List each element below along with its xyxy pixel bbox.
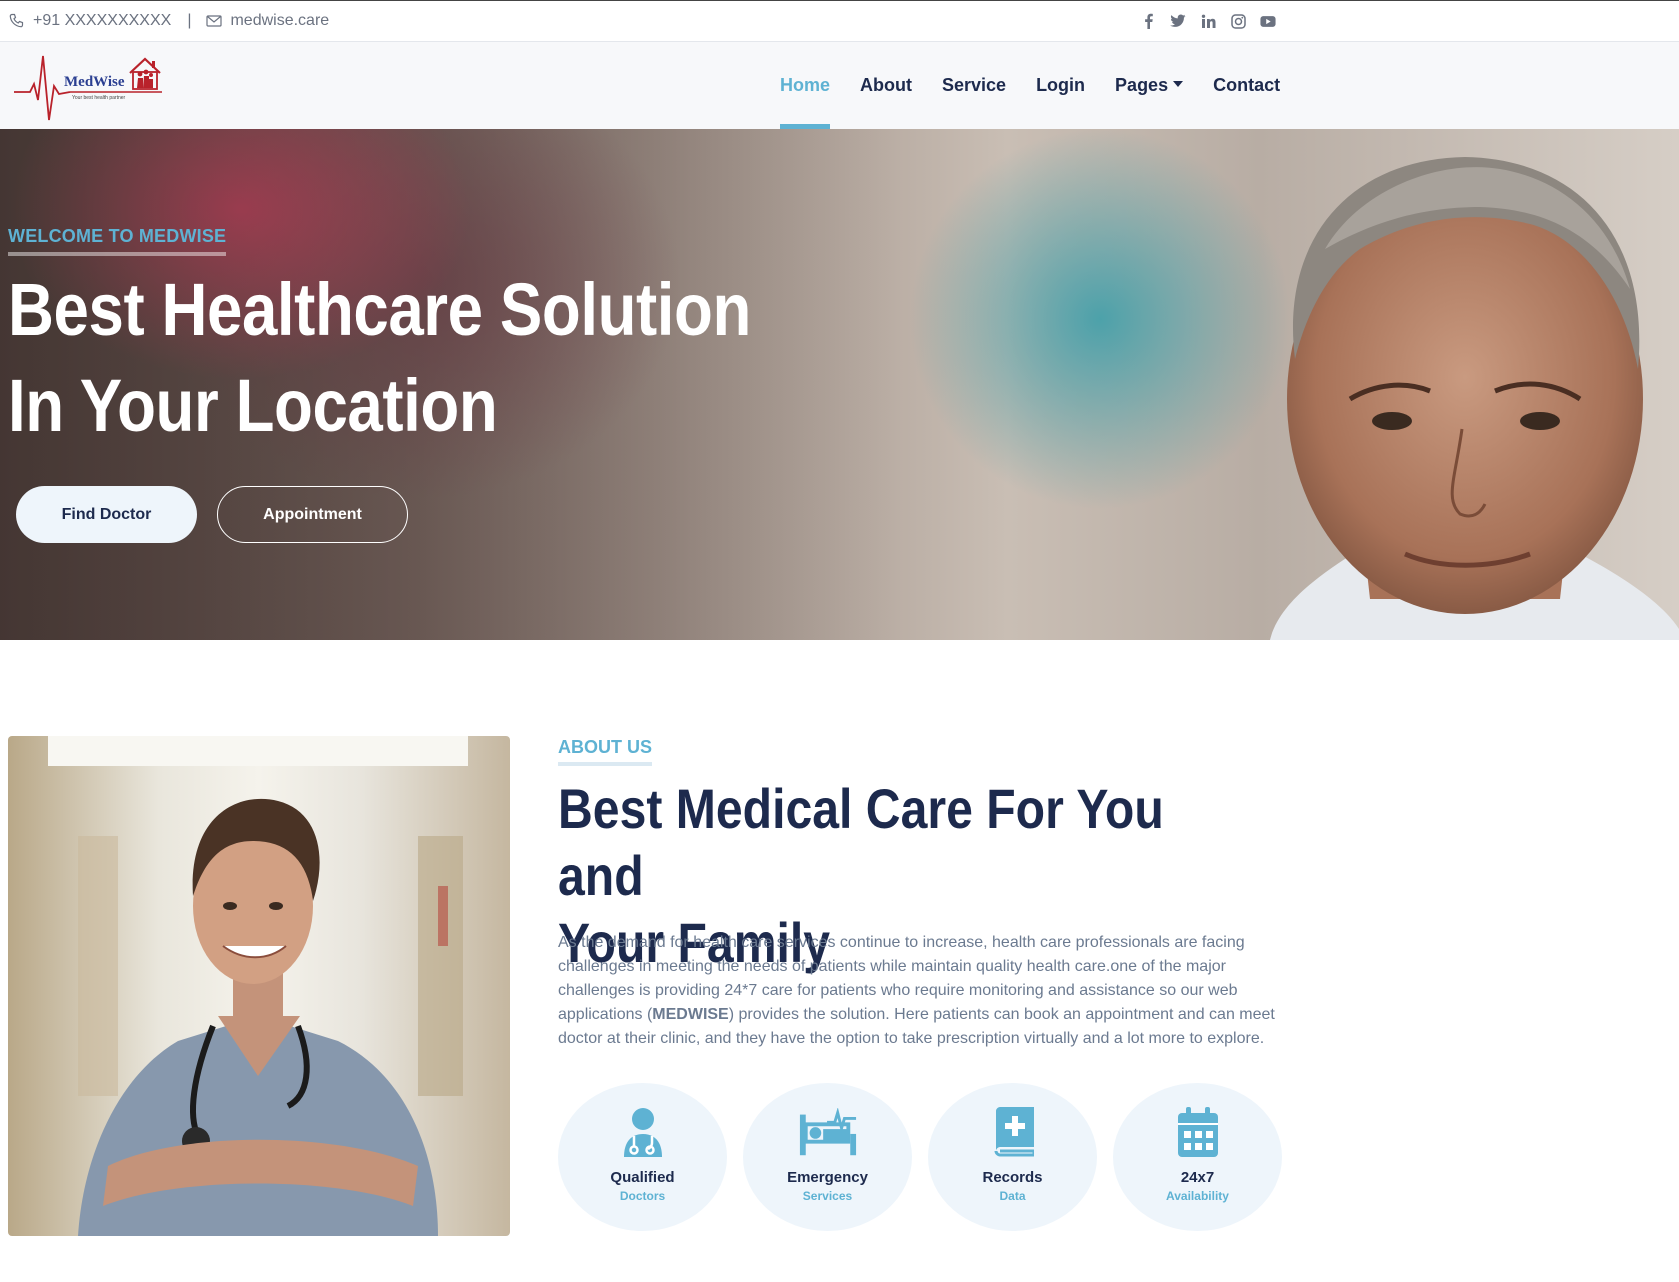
caret-down-icon bbox=[1173, 80, 1184, 87]
appointment-button[interactable]: Appointment bbox=[217, 486, 408, 543]
nav-service[interactable]: Service bbox=[927, 42, 1021, 129]
linkedin-icon[interactable] bbox=[1200, 12, 1216, 30]
twitter-icon[interactable] bbox=[1170, 12, 1186, 30]
feature-list: Qualified Doctors Emergency Services Rec… bbox=[558, 1083, 1282, 1231]
about-kicker: ABOUT US bbox=[558, 737, 652, 766]
hero-kicker: WELCOME TO MEDWISE bbox=[8, 226, 227, 256]
contact-info: +91 XXXXXXXXXX | medwise.care bbox=[8, 10, 329, 32]
feature-emergency-services: Emergency Services bbox=[743, 1083, 912, 1231]
social-links bbox=[1140, 10, 1276, 32]
feature-qualified-doctors: Qualified Doctors bbox=[558, 1083, 727, 1231]
hospital-bed-icon bbox=[798, 1105, 858, 1159]
feature-subtitle: Services bbox=[802, 1189, 853, 1203]
feature-availability: 24x7 Availability bbox=[1113, 1083, 1282, 1231]
nav-contact[interactable]: Contact bbox=[1198, 42, 1295, 129]
medical-book-icon bbox=[983, 1105, 1043, 1159]
about-description: As the demand for health care services c… bbox=[558, 931, 1278, 1051]
nav-login[interactable]: Login bbox=[1021, 42, 1100, 129]
doctor-photo bbox=[8, 736, 510, 1236]
svg-text:MedWise: MedWise bbox=[64, 74, 125, 90]
hero-title-line-2: In Your Location bbox=[8, 364, 498, 447]
main-nav: Home About Service Login Pages Contact bbox=[765, 42, 1295, 129]
contact-separator: | bbox=[187, 12, 192, 29]
brand-logo[interactable]: MedWise Your best health partner bbox=[12, 48, 172, 122]
feature-subtitle: Availability bbox=[1166, 1189, 1229, 1203]
doctor-portrait-image bbox=[1270, 157, 1679, 640]
calendar-icon bbox=[1168, 1105, 1228, 1159]
about-title-line-1: Best Medical Care For You and bbox=[558, 777, 1164, 907]
phone-number[interactable]: +91 XXXXXXXXXX bbox=[33, 12, 171, 30]
phone-icon bbox=[8, 12, 26, 30]
feature-title: Emergency bbox=[787, 1169, 868, 1186]
feature-records-data: Records Data bbox=[928, 1083, 1097, 1231]
navbar: MedWise Your best health partner Home Ab… bbox=[0, 42, 1679, 129]
feature-subtitle: Doctors bbox=[619, 1189, 666, 1203]
hero-title-line-1: Best Healthcare Solution bbox=[8, 268, 751, 351]
feature-title: Records bbox=[982, 1169, 1043, 1186]
facebook-icon[interactable] bbox=[1140, 12, 1156, 30]
email-link[interactable]: medwise.care bbox=[230, 12, 329, 30]
nav-home[interactable]: Home bbox=[765, 42, 845, 129]
feature-title: Qualified bbox=[610, 1169, 675, 1186]
feature-subtitle: Data bbox=[999, 1189, 1026, 1203]
nav-pages-label: Pages bbox=[1115, 75, 1169, 95]
feature-title: 24x7 bbox=[1180, 1169, 1215, 1186]
top-bar: +91 XXXXXXXXXX | medwise.care bbox=[0, 0, 1679, 42]
hero-title: Best Healthcare Solution In Your Locatio… bbox=[8, 262, 782, 454]
doctor-icon bbox=[613, 1105, 673, 1159]
hero-banner: WELCOME TO MEDWISE Best Healthcare Solut… bbox=[0, 129, 1679, 640]
svg-text:Your best health partner: Your best health partner bbox=[72, 95, 126, 101]
instagram-icon[interactable] bbox=[1230, 12, 1246, 30]
nav-about[interactable]: About bbox=[845, 42, 927, 129]
find-doctor-button[interactable]: Find Doctor bbox=[16, 486, 197, 543]
nav-pages-dropdown[interactable]: Pages bbox=[1100, 42, 1198, 129]
youtube-icon[interactable] bbox=[1260, 12, 1276, 30]
about-description-brand: MEDWISE bbox=[652, 1006, 729, 1023]
envelope-icon bbox=[205, 12, 223, 30]
